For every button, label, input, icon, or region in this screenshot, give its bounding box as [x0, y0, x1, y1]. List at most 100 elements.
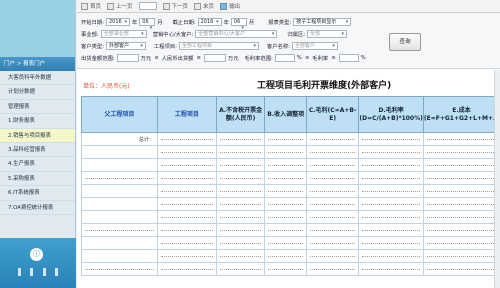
margin-min-input[interactable]: [274, 54, 295, 62]
sidebar-item-8[interactable]: 5.采购报表: [0, 172, 75, 187]
amount-unit-1: 万元: [140, 56, 152, 62]
main-panel: 首页 上一页 下一页 末页 输出 开始日期: 2016 年 06 月 截止日期:…: [77, 0, 500, 288]
margin-desc: 毛利率: [312, 56, 329, 62]
month-unit-2: 月: [248, 20, 255, 26]
margin-max-input[interactable]: [338, 54, 359, 62]
currency-unit: 单位：人民币(元): [83, 83, 130, 90]
query-button[interactable]: 查询: [389, 33, 421, 51]
vertical-scrollbar[interactable]: [494, 70, 500, 288]
customer-type-select[interactable]: 外部客户: [105, 42, 146, 50]
sidebar: 门户 > 报表门户 大客员科年外数据 计划分数据 管理报表 1.财务报表 2.销…: [0, 0, 76, 288]
prev-page-icon: [107, 2, 115, 10]
start-year-select[interactable]: 2016: [105, 18, 130, 26]
margin-le-1: ≤: [304, 55, 310, 61]
report-type-select[interactable]: 按子工程项目显示: [293, 18, 352, 26]
report-table: 父工程项目 工程项目 A.不含税开票金额(人民币) B.收入调整项 C.毛利(C…: [81, 96, 500, 276]
customer-select[interactable]: 全部客户: [291, 42, 338, 50]
sidebar-item-5[interactable]: 2.销售与项目报表: [0, 128, 75, 143]
filter-panel: 开始日期: 2016 年 06 月 截止日期: 2016 年 06 月 报表类型…: [77, 13, 500, 69]
year-unit-1: 年: [131, 20, 138, 26]
report-area: 单位：人民币(元) 工程项目毛利开票维度(外部客户) 父工程项目 工程项目 A.…: [77, 70, 500, 288]
col-invoice-amount[interactable]: A.不含税开票金额(人民币): [215, 96, 266, 133]
table-row: [81, 158, 500, 172]
amount-max-input[interactable]: [203, 54, 226, 62]
first-page-icon: [81, 2, 88, 10]
table-row: [81, 210, 500, 224]
first-page-button[interactable]: 首页: [81, 2, 101, 10]
sidebar-item-4[interactable]: 1.财务报表: [0, 114, 75, 129]
export-button[interactable]: 输出: [220, 2, 240, 10]
start-month-select[interactable]: 06: [139, 18, 156, 26]
amount-le-2: ≤: [196, 55, 201, 61]
business-select[interactable]: 全部事业部: [100, 30, 147, 38]
margin-le-2: ≤: [331, 55, 336, 61]
sidebar-item-2[interactable]: 计划分数据: [0, 85, 75, 100]
table-row: [81, 249, 500, 263]
project-select[interactable]: 全部工程项目: [178, 42, 259, 50]
amount-label: 出货金额范围:: [81, 56, 115, 62]
sidebar-logo-area: [0, 0, 75, 57]
end-month-select[interactable]: 06: [230, 18, 247, 26]
prev-page-button[interactable]: 上一页: [107, 2, 133, 10]
table-total-row: 总计：: [81, 132, 500, 146]
table-row: [81, 184, 500, 198]
margin-label: 毛利率范围:: [244, 56, 273, 62]
page-input[interactable]: [138, 2, 157, 10]
last-page-button[interactable]: 末页: [194, 2, 214, 10]
margin-unit-1: %: [296, 55, 302, 61]
margin-unit-2: %: [360, 55, 366, 61]
month-unit-1: 月: [157, 20, 163, 26]
amount-min-input[interactable]: [116, 54, 139, 62]
region-select[interactable]: 全部: [307, 30, 348, 38]
col-cost[interactable]: E.成本(E=F+G1+G2+L+M+…: [422, 96, 500, 133]
business-label: 事业部:: [81, 32, 99, 38]
region-label: 归属区:: [287, 32, 306, 38]
sidebar-item-1[interactable]: 大客员科年外数据: [0, 71, 75, 86]
total-label: 总计：: [81, 132, 158, 146]
col-project[interactable]: 工程项目: [156, 96, 217, 133]
sidebar-item-9[interactable]: 6.IT系统报表: [0, 186, 75, 201]
col-parent-project[interactable]: 父工程项目: [81, 96, 158, 133]
filter-row-org: 事业部: 全部事业部 营销中心/大客户: 全部营销中心/大客户 归属区: 全部: [81, 29, 348, 39]
col-gross-margin[interactable]: D.毛利率(D=C/(A+B)*100%): [358, 96, 424, 133]
export-icon: [220, 2, 228, 10]
filter-row-customer: 客户类型: 外部客户 工程项目: 全部工程项目 客户名称: 全部客户: [81, 41, 338, 51]
sales-select[interactable]: 全部营销中心/大客户: [195, 30, 278, 38]
report-toolbar: 首页 上一页 下一页 末页 输出: [77, 0, 500, 13]
sidebar-breadcrumb: 门户 > 报表门户: [0, 57, 75, 71]
table-row: [81, 262, 500, 276]
col-revenue-adjust[interactable]: B.收入调整项: [264, 96, 307, 133]
filter-row-ranges: 出货金额范围: 万元 ≤ 人民币出货额 ≤ 万元 毛利率范围: % ≤ 毛利率 …: [81, 53, 366, 63]
start-date-label: 开始日期:: [81, 20, 104, 26]
amount-unit-2: 万元: [227, 56, 239, 62]
project-label: 工程项目:: [153, 44, 177, 50]
next-page-icon: [162, 2, 170, 10]
sidebar-item-10[interactable]: 7.OA费控统计报表: [0, 201, 75, 215]
report-type-label: 报表类型:: [268, 20, 292, 26]
bars-icon: [18, 268, 58, 276]
sidebar-item-3[interactable]: 管理报表: [0, 100, 75, 115]
table-row: [81, 145, 500, 159]
sidebar-item-6[interactable]: 3.品科经营报表: [0, 143, 75, 158]
customer-type-label: 客户类型:: [81, 44, 104, 50]
info-circle-icon[interactable]: ⓘ: [30, 248, 43, 261]
end-date-label: 截止日期:: [172, 20, 196, 26]
end-year-select[interactable]: 2016: [197, 18, 222, 26]
table-header-row: 父工程项目 工程项目 A.不含税开票金额(人民币) B.收入调整项 C.毛利(C…: [81, 96, 500, 133]
amount-desc: 人民币出货额: [161, 56, 194, 62]
next-page-button[interactable]: 下一页: [162, 2, 188, 10]
table-row: [81, 197, 500, 211]
amount-le-1: ≤: [154, 55, 159, 61]
year-unit-2: 年: [223, 20, 229, 26]
table-row: [81, 171, 500, 185]
sales-label: 营销中心/大客户:: [152, 32, 194, 38]
sidebar-footer: ⓘ: [0, 238, 76, 288]
col-gross-profit[interactable]: C.毛利(C=A+B-E): [305, 96, 360, 133]
sidebar-item-7[interactable]: 4.生产报表: [0, 157, 75, 172]
customer-label: 客户名称:: [266, 44, 290, 50]
last-page-icon: [194, 2, 202, 10]
filter-row-dates: 开始日期: 2016 年 06 月 截止日期: 2016 年 06 月 报表类型…: [81, 17, 352, 27]
report-title: 工程项目毛利开票维度(外部客户): [257, 81, 392, 91]
table-row: [81, 236, 500, 250]
table-row: [81, 223, 500, 237]
